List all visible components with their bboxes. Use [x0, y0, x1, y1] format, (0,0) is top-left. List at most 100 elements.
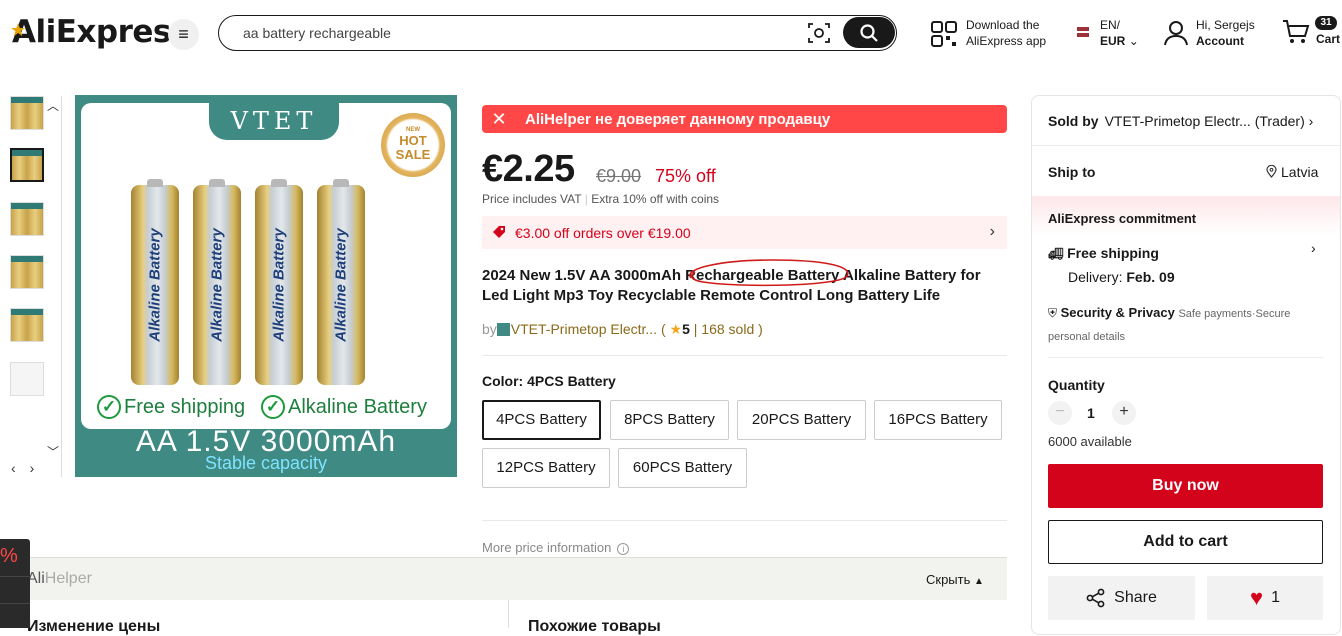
cart-count-badge: 31 [1315, 16, 1337, 30]
divider [482, 520, 1007, 521]
location-pin-icon [1266, 164, 1277, 178]
battery-image: Alkaline Battery [255, 179, 303, 385]
chevron-right-icon[interactable]: › [30, 460, 49, 476]
sold-by-row[interactable]: Sold by VTET-Primetop Electr... (Trader) … [1048, 113, 1313, 129]
check-icon: ✓ [97, 395, 121, 419]
store-logo [496, 323, 510, 336]
thumbnail-selected[interactable] [10, 148, 44, 182]
quantity-decrease-button[interactable]: − [1048, 401, 1072, 425]
chevron-left-icon[interactable]: ‹ [11, 460, 30, 476]
qr-code-icon[interactable] [931, 21, 957, 47]
chevron-right-icon: › [1308, 113, 1314, 129]
thumbnail[interactable] [10, 202, 44, 236]
latvia-flag-icon [1077, 27, 1089, 37]
color-label: Color: 4PCS Battery [482, 373, 616, 389]
security-privacy-row[interactable]: ⛨ Security & Privacy Safe payments·Secur… [1048, 302, 1323, 348]
buy-now-button[interactable]: Buy now [1048, 464, 1323, 508]
current-price: €2.25 [482, 148, 575, 190]
battery-image: Alkaline Battery [193, 179, 241, 385]
add-to-cart-button[interactable]: Add to cart [1048, 520, 1323, 564]
color-option[interactable]: 12PCS Battery [482, 448, 610, 488]
language-currency-selector[interactable]: EN/EUR ⌄ [1100, 17, 1139, 49]
quantity-increase-button[interactable]: + [1112, 401, 1136, 425]
coupon-tag-icon [493, 226, 505, 238]
share-icon [1086, 588, 1105, 608]
battery-image: Alkaline Battery [131, 179, 179, 385]
coupon-banner[interactable]: €3.00 off orders over €19.00 › [482, 216, 1007, 249]
more-price-info-link[interactable]: More price information i [482, 540, 630, 555]
color-option[interactable]: 8PCS Battery [610, 400, 729, 440]
cart-icon[interactable] [1282, 19, 1310, 45]
truck-icon: 🚚︎ [1048, 247, 1064, 261]
search-button[interactable] [843, 17, 895, 48]
shield-icon: ⛨ [1048, 306, 1058, 320]
color-option-selected[interactable]: 4PCS Battery [482, 400, 601, 440]
thumbnail-up-arrow-icon[interactable]: ︿ [47, 97, 59, 114]
triangle-up-icon: ▲ [974, 576, 984, 587]
price-notes: Price includes VAT | Extra 10% off with … [482, 192, 720, 206]
original-price: €9.00 [596, 166, 642, 186]
account-menu[interactable]: Hi, Sergejs Account [1196, 17, 1255, 49]
alihelper-warning-bar[interactable]: ✕ AliHelper не доверяет данному продавцу [482, 105, 1007, 133]
ship-to-label: Ship to [1048, 164, 1096, 180]
ship-to-location[interactable]: Latvia [1266, 164, 1318, 180]
feature-free-shipping: ✓ Free shipping [97, 395, 245, 419]
store-name-link[interactable]: VTET-Primetop Electr... [511, 321, 657, 337]
thumbnail-strip [7, 96, 62, 477]
divider [508, 600, 509, 628]
alihelper-title: AliHelper [27, 570, 92, 587]
thumbnail-down-arrow-icon[interactable]: ﹀ [47, 443, 59, 460]
thumbnail[interactable] [10, 362, 44, 396]
battery-image: Alkaline Battery [317, 179, 365, 385]
star-icon: ★ [669, 321, 683, 337]
share-button[interactable]: Share [1048, 576, 1195, 620]
thumbnail-nav-arrows[interactable]: ‹› [11, 460, 48, 476]
alihelper-side-toolbar[interactable]: % [0, 539, 30, 628]
commitment-title: AliExpress commitment [1048, 211, 1197, 226]
chevron-down-icon: ⌄ [1128, 34, 1139, 48]
wishlist-button[interactable]: ♥ 1 [1207, 576, 1323, 620]
hot-sale-badge: NEW HOT SALE [381, 113, 445, 177]
store-info[interactable]: by VTET-Primetop Electr... ( ★5 | 168 sol… [482, 321, 763, 338]
image-search-icon[interactable] [807, 22, 831, 44]
brand-label: VTET [209, 103, 339, 140]
user-icon[interactable] [1164, 20, 1188, 46]
price-change-tab[interactable]: Изменение цены [27, 618, 160, 636]
search-icon [860, 23, 878, 42]
color-option[interactable]: 60PCS Battery [618, 448, 747, 488]
thumbnail[interactable] [10, 308, 44, 342]
free-shipping-row[interactable]: 🚚︎ Free shipping [1048, 245, 1159, 261]
search-bar[interactable]: aa battery rechargeable [218, 15, 897, 51]
divider [482, 355, 1007, 356]
close-icon[interactable]: ✕ [482, 109, 516, 130]
alihelper-hide-button[interactable]: Скрыть ▲ [926, 572, 984, 587]
hamburger-icon: ≡ [178, 24, 189, 44]
download-app-link[interactable]: Download the AliExpress app [966, 17, 1046, 49]
search-input[interactable]: aa battery rechargeable [243, 25, 391, 41]
similar-products-tab[interactable]: Похожие товары [528, 618, 661, 636]
divider [1032, 145, 1340, 146]
thumbnail[interactable] [10, 96, 44, 130]
hand-drawn-circle-annotation [689, 259, 849, 287]
main-product-image[interactable]: VTET Alkaline Battery Alkaline Battery A… [75, 95, 457, 477]
check-icon: ✓ [261, 395, 285, 419]
alihelper-panel-header [0, 557, 1007, 600]
menu-button[interactable]: ≡ [168, 19, 199, 50]
chevron-right-icon: › [989, 223, 995, 240]
aliexpress-logo[interactable]: ★ AliExpress [10, 14, 189, 50]
info-icon: i [617, 543, 630, 555]
color-option[interactable]: 20PCS Battery [737, 400, 866, 440]
discount-label: 75% off [655, 166, 716, 186]
thumbnail[interactable] [10, 255, 44, 289]
divider [1048, 357, 1323, 358]
heart-icon: ♥ [1250, 585, 1264, 610]
stable-capacity-text: Stable capacity [204, 453, 328, 473]
chevron-right-icon[interactable]: › [1311, 240, 1316, 256]
quantity-value[interactable]: 1 [1087, 405, 1095, 421]
quantity-label: Quantity [1048, 377, 1105, 393]
logo-star-icon: ★ [10, 20, 26, 41]
cart-link[interactable]: Cart [1316, 32, 1340, 46]
discount-percent-icon[interactable]: % [0, 545, 18, 568]
feature-alkaline: ✓ Alkaline Battery [261, 395, 427, 419]
color-option[interactable]: 16PCS Battery [874, 400, 1002, 440]
